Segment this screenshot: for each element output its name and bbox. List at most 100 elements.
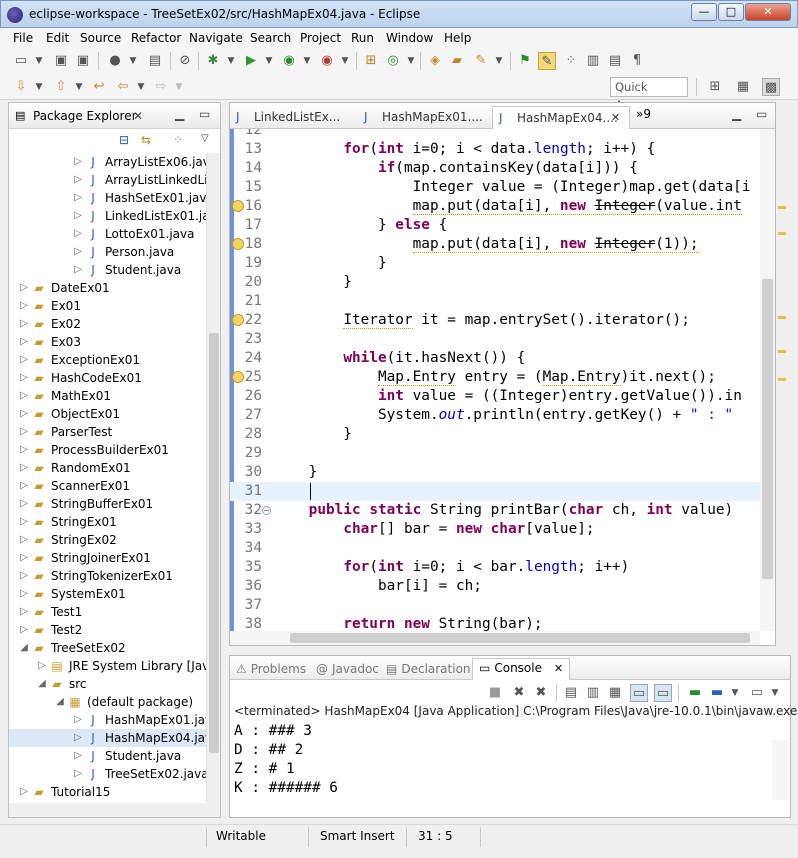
overview-ruler-warning[interactable]: [778, 206, 786, 209]
code-line[interactable]: 29: [230, 444, 775, 463]
tree-item[interactable]: ▷ J HashSetEx01.java: [9, 189, 206, 207]
close-tab-icon[interactable]: ✕: [611, 107, 620, 129]
tab-javadoc[interactable]: @ Javadoc: [316, 660, 379, 678]
tree-item[interactable]: ▷ ▤ JRE System Library [JavaSE-10]: [9, 657, 206, 675]
save-icon[interactable]: ▣: [52, 52, 70, 70]
forward-dropdown-icon[interactable]: ▼: [170, 78, 188, 96]
debug-dropdown-icon[interactable]: ▼: [222, 52, 240, 70]
prev-edit-icon[interactable]: ⇧: [52, 78, 70, 96]
collapse-arrow-icon[interactable]: ◢: [19, 639, 29, 657]
coverage-dropdown-icon[interactable]: ▼: [298, 52, 316, 70]
expand-arrow-icon[interactable]: ▷: [37, 657, 47, 675]
external-tools-icon[interactable]: ◉: [318, 52, 336, 70]
tree-item[interactable]: ▷ ▰ MathEx01: [9, 387, 206, 405]
tree-item[interactable]: ◢ ▦ (default package): [9, 693, 206, 711]
expand-arrow-icon[interactable]: ▷: [19, 351, 29, 369]
editor-horizontal-scrollbar[interactable]: [230, 631, 760, 645]
expand-arrow-icon[interactable]: ▷: [73, 261, 83, 279]
expand-arrow-icon[interactable]: ▷: [19, 369, 29, 387]
show-on-stderr-icon[interactable]: ▭: [654, 684, 672, 702]
tree-item[interactable]: ▷ ▰ Test1: [9, 603, 206, 621]
expand-arrow-icon[interactable]: ▷: [19, 513, 29, 531]
tree-item[interactable]: ▷ ▰ ObjectEx01: [9, 405, 206, 423]
pilcrow-icon[interactable]: ¶: [628, 52, 646, 70]
package-tree-horizontal-scrollbar[interactable]: [9, 803, 220, 817]
terminate-icon[interactable]: ■: [486, 684, 504, 702]
open-console-dropdown-icon[interactable]: ▼: [766, 684, 784, 702]
skip-breakpoints-icon[interactable]: ⊘: [176, 52, 194, 70]
code-line[interactable]: 37: [230, 596, 775, 615]
maximize-button[interactable]: □: [718, 3, 744, 21]
new-icon[interactable]: ▭: [12, 52, 30, 70]
menu-search[interactable]: Search: [250, 31, 291, 45]
quick-access-input[interactable]: Quick Access: [610, 77, 688, 112]
expand-arrow-icon[interactable]: ▷: [73, 171, 83, 189]
tree-item[interactable]: ▷ ▰ ExceptionEx01: [9, 351, 206, 369]
expand-arrow-icon[interactable]: ▷: [73, 153, 83, 171]
tree-item[interactable]: ▷ ▰ ProcessBuilderEx01: [9, 441, 206, 459]
java-perspective-icon[interactable]: ▩: [762, 78, 780, 96]
open-console-icon[interactable]: ▭: [748, 684, 766, 702]
expand-arrow-icon[interactable]: ▷: [19, 315, 29, 333]
run-dropdown-icon[interactable]: ▼: [260, 52, 278, 70]
expand-arrow-icon[interactable]: ▷: [19, 549, 29, 567]
tree-item[interactable]: ▷ J LinkedListEx01.java: [9, 207, 206, 225]
view-menu-icon[interactable]: ▽: [201, 133, 209, 144]
console-icon[interactable]: ▤: [146, 52, 164, 70]
code-line[interactable]: 21: [230, 292, 775, 311]
tree-item[interactable]: ▷ ▰ DateEx01: [9, 279, 206, 297]
clear-console-icon[interactable]: ▤: [562, 684, 580, 702]
code-line[interactable]: 12: [230, 129, 775, 140]
expand-arrow-icon[interactable]: ▷: [73, 747, 83, 765]
back-icon[interactable]: ⇦: [114, 78, 132, 96]
code-line[interactable]: 20 }: [230, 273, 775, 292]
expand-arrow-icon[interactable]: ▷: [19, 459, 29, 477]
tree-item[interactable]: ▷ J HashMapEx01.java: [9, 711, 206, 729]
next-edit-icon[interactable]: ⇩: [12, 78, 30, 96]
expand-arrow-icon[interactable]: ▷: [19, 405, 29, 423]
tree-item[interactable]: ▷ ▰ SystemEx01: [9, 585, 206, 603]
code-line[interactable]: 33 char[] bar = new char[value];: [230, 520, 775, 539]
menu-window[interactable]: Window: [386, 31, 433, 45]
editor-tab-linkedlistex[interactable]: J LinkedListEx...: [230, 106, 358, 129]
close-button[interactable]: ✕: [745, 3, 791, 21]
new-class-dropdown-icon[interactable]: ▼: [402, 52, 420, 70]
code-line[interactable]: 16 map.put(data[i], new Integer(value.in…: [230, 197, 775, 216]
tree-item[interactable]: ▷ ▰ StringBufferEx01: [9, 495, 206, 513]
new-dropdown-icon[interactable]: ▼: [30, 52, 48, 70]
maximize-editor-icon[interactable]: ▭: [756, 107, 767, 121]
toggle-mark-occurrences-icon[interactable]: ✎: [538, 52, 556, 70]
expand-arrow-icon[interactable]: ▷: [19, 477, 29, 495]
menu-navigate[interactable]: Navigate: [189, 31, 243, 45]
menu-refactor[interactable]: Refactor: [131, 31, 181, 45]
search-dropdown-icon[interactable]: ▼: [490, 52, 508, 70]
console-vertical-scrollbar[interactable]: [772, 740, 788, 800]
next-annotation-icon[interactable]: ⚑: [516, 52, 534, 70]
code-area[interactable]: 12 13 for(int i=0; i < data.length; i++) …: [230, 129, 775, 631]
last-edit-location-icon[interactable]: ↩: [90, 78, 108, 96]
java-ee-perspective-icon[interactable]: ▦: [734, 78, 752, 96]
code-line[interactable]: 30 }: [230, 463, 775, 482]
tab-overflow-list[interactable]: »9: [636, 107, 651, 121]
warning-icon[interactable]: [232, 200, 244, 212]
link-with-editor-icon[interactable]: ⇆: [141, 133, 151, 147]
profile-dropdown-icon[interactable]: ▼: [124, 52, 142, 70]
external-tools-dropdown-icon[interactable]: ▼: [336, 52, 354, 70]
tree-item[interactable]: ▷ ▰ Test2: [9, 621, 206, 639]
collapse-arrow-icon[interactable]: ◢: [55, 693, 65, 711]
tab-problems[interactable]: ⚠ Problems: [236, 660, 306, 678]
menu-edit[interactable]: Edit: [46, 31, 69, 45]
tree-item[interactable]: ▷ ▰ HashCodeEx01: [9, 369, 206, 387]
expand-arrow-icon[interactable]: ▷: [19, 585, 29, 603]
expand-arrow-icon[interactable]: ▷: [19, 567, 29, 585]
show-whitespace-icon[interactable]: ▤: [606, 52, 624, 70]
minimize-editor-icon[interactable]: ▁: [732, 107, 741, 121]
expand-arrow-icon[interactable]: ▷: [19, 495, 29, 513]
search-tool-icon[interactable]: ✎: [472, 52, 490, 70]
tree-item[interactable]: ▷ ▰ ScannerEx01: [9, 477, 206, 495]
code-line[interactable]: 27 System.out.println(entry.getKey() + "…: [230, 406, 775, 425]
code-line[interactable]: 18 map.put(data[i], new Integer(1));: [230, 235, 775, 254]
remove-launch-icon[interactable]: ✖: [510, 684, 528, 702]
expand-arrow-icon[interactable]: ▷: [19, 333, 29, 351]
package-tree-vertical-scrollbar[interactable]: [206, 153, 220, 803]
